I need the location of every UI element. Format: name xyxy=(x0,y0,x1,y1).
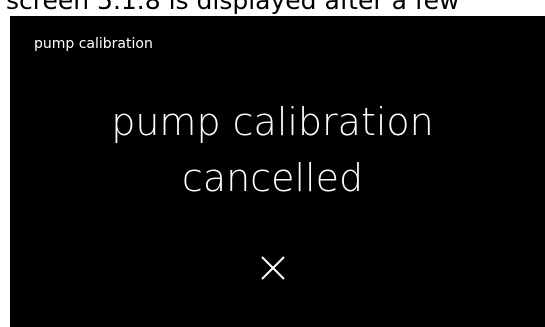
caption-strip: screen 5.1.8 is displayed after a few xyxy=(0,0,545,16)
document-caption-text: screen 5.1.8 is displayed after a few xyxy=(6,0,460,15)
status-message: pump calibration cancelled xyxy=(0,94,545,206)
close-button[interactable] xyxy=(253,248,293,288)
message-line-2: cancelled xyxy=(181,156,364,200)
close-icon xyxy=(261,256,285,280)
message-line-1: pump calibration xyxy=(111,100,434,144)
screen-title: pump calibration xyxy=(34,36,153,52)
